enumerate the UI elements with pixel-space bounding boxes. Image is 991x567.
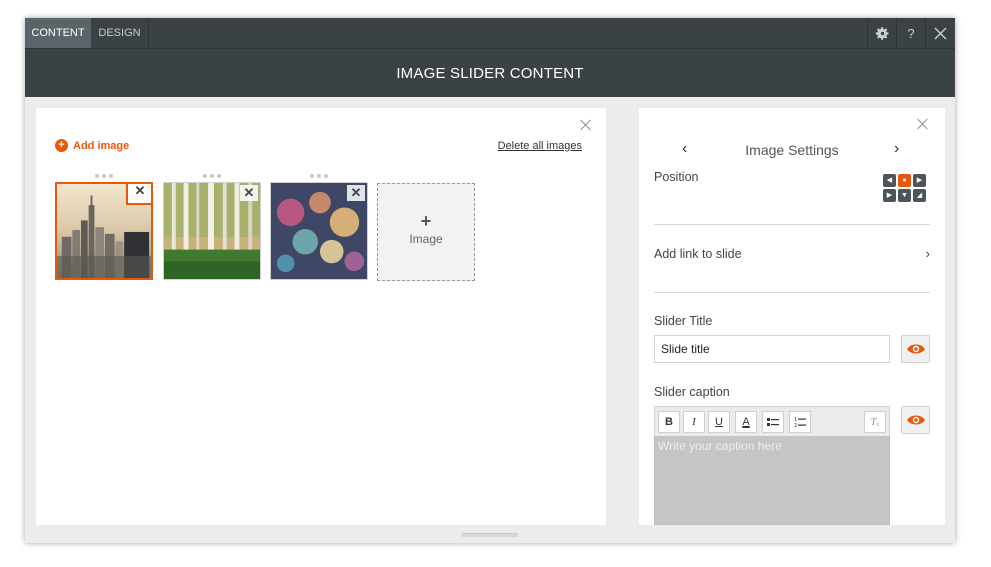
numbered-list-button[interactable]: 1 2 <box>789 411 811 433</box>
slider-title-input[interactable]: Slide title <box>654 335 890 363</box>
numbered-list-icon: 1 2 <box>794 417 806 429</box>
position-bottom-center[interactable]: ▼ <box>898 189 911 202</box>
remove-image-button[interactable]: ✕ <box>347 185 365 201</box>
remove-image-button[interactable]: ✕ <box>240 185 258 201</box>
close-icon[interactable] <box>916 117 930 131</box>
clear-format-button[interactable]: Tₓ <box>864 411 886 433</box>
position-top-center[interactable]: ● <box>898 174 911 187</box>
drag-handle-icon[interactable] <box>310 174 328 178</box>
delete-all-images-link[interactable]: Delete all images <box>498 140 582 152</box>
position-selector: ◀ ● ▶ ▶ ▼ ◢ <box>883 174 926 202</box>
add-tile-label: Image <box>409 232 443 246</box>
help-button[interactable]: ? <box>896 18 925 48</box>
caption-textarea[interactable]: Write your caption here <box>654 436 890 525</box>
help-icon: ? <box>907 25 915 41</box>
underline-button[interactable]: U <box>708 411 730 433</box>
divider <box>654 292 930 293</box>
add-link-label[interactable]: Add link to slide <box>654 247 742 261</box>
position-top-left[interactable]: ◀ <box>883 174 896 187</box>
page-title: IMAGE SLIDER CONTENT <box>25 48 955 97</box>
image-thumbnail-item[interactable]: ✕ <box>55 174 153 281</box>
image-slider-window: CONTENT DESIGN ? IMAGE SLIDER CONTENT + … <box>25 18 955 543</box>
images-panel: + Add image Delete all images ✕ ✕ ✕ + Im… <box>36 108 606 525</box>
eye-icon <box>906 344 925 354</box>
tab-design[interactable]: DESIGN <box>91 18 149 48</box>
add-image-button[interactable]: + Add image <box>55 139 129 152</box>
drag-handle-icon[interactable] <box>203 174 221 178</box>
divider <box>654 224 930 225</box>
add-image-label: Add image <box>73 139 130 152</box>
bulleted-list-icon <box>767 418 779 426</box>
thumbnail-birch-forest[interactable]: ✕ <box>163 182 261 280</box>
settings-button[interactable] <box>867 18 896 48</box>
position-bottom-left[interactable]: ▶ <box>883 189 896 202</box>
tab-content[interactable]: CONTENT <box>25 18 91 48</box>
position-bottom-right[interactable]: ◢ <box>913 189 926 202</box>
position-label: Position <box>654 170 699 184</box>
close-icon[interactable] <box>579 118 593 132</box>
bold-button[interactable]: B <box>658 411 680 433</box>
add-image-tile[interactable]: + Image <box>377 183 475 281</box>
image-thumbnail-item[interactable]: ✕ <box>163 174 261 281</box>
resize-handle[interactable] <box>462 533 518 537</box>
close-icon <box>934 27 947 39</box>
font-color-button[interactable]: A <box>735 411 757 433</box>
caption-format-toolbar: B I U A 1 2 Tₓ <box>654 406 890 436</box>
clear-format-icon: Tₓ <box>870 416 880 428</box>
slider-title-label: Slider Title <box>654 314 713 328</box>
next-image-arrow-icon[interactable]: › <box>894 140 899 158</box>
slider-caption-label: Slider caption <box>654 385 730 399</box>
svg-text:2: 2 <box>794 423 797 428</box>
bulleted-list-button[interactable] <box>762 411 784 433</box>
image-thumbnail-item[interactable]: ✕ <box>270 174 368 281</box>
caption-visibility-toggle[interactable] <box>901 406 930 434</box>
gear-icon <box>875 26 888 40</box>
thumbnail-bokeh-lights[interactable]: ✕ <box>270 182 368 280</box>
drag-handle-icon[interactable] <box>95 174 113 178</box>
italic-button[interactable]: I <box>683 411 705 433</box>
thumbnail-city-skyline[interactable]: ✕ <box>55 182 153 280</box>
position-top-right[interactable]: ▶ <box>913 174 926 187</box>
plus-circle-icon: + <box>55 139 68 152</box>
chevron-right-icon[interactable]: › <box>926 246 930 261</box>
plus-icon: + <box>420 211 432 231</box>
remove-image-button[interactable]: ✕ <box>126 184 151 205</box>
top-tab-bar: CONTENT DESIGN ? <box>25 18 955 48</box>
window-close-button[interactable] <box>925 18 955 48</box>
image-settings-panel: ‹ Image Settings › Position ◀ ● ▶ ▶ ▼ ◢ … <box>639 108 945 525</box>
title-visibility-toggle[interactable] <box>901 335 930 363</box>
eye-icon <box>906 415 925 425</box>
